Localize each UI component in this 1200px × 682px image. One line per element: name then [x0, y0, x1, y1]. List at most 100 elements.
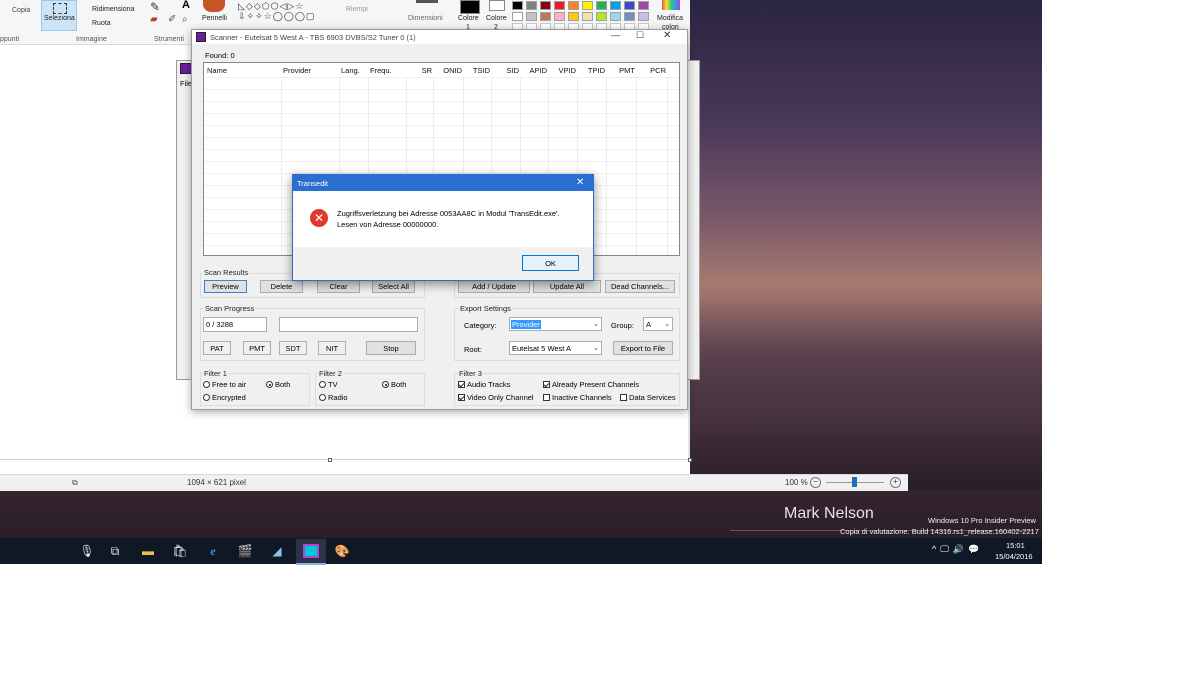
microphone-icon[interactable]: 🎙 [78, 542, 96, 560]
brushes-button[interactable]: Pennelli [202, 15, 227, 22]
stop-button[interactable]: Stop [366, 341, 416, 355]
column-header[interactable]: Provider [283, 66, 311, 75]
add-update-button[interactable]: Add / Update [458, 280, 530, 293]
clear-button[interactable]: Clear [317, 280, 360, 293]
canvas-resize-handle-corner[interactable] [688, 458, 692, 462]
file-explorer-icon[interactable]: ▬ [139, 542, 157, 560]
dialog-close-icon[interactable]: ✕ [576, 177, 584, 188]
column-header[interactable]: APID [521, 66, 547, 75]
clock-time[interactable]: 15:01 [1006, 541, 1025, 550]
palette-swatch[interactable] [638, 12, 649, 21]
transedit-taskbar-icon[interactable] [296, 539, 326, 565]
paint-taskbar-icon[interactable]: 🎨 [333, 542, 351, 560]
delete-button[interactable]: Delete [260, 280, 303, 293]
column-header[interactable]: VPID [550, 66, 576, 75]
color-picker-icon[interactable]: ✐ [168, 14, 176, 25]
pencil-icon[interactable]: ✎ [150, 0, 160, 14]
inactive-channels-checkbox[interactable]: Inactive Channels [543, 393, 612, 402]
palette-swatch[interactable] [596, 12, 607, 21]
palette-swatch[interactable] [554, 1, 565, 10]
column-header[interactable]: Name [207, 66, 227, 75]
radio-radio[interactable]: Radio [319, 393, 348, 402]
zoom-slider-thumb[interactable] [852, 477, 857, 487]
palette-swatch[interactable] [568, 1, 579, 10]
palette-swatch[interactable] [582, 12, 593, 21]
text-icon[interactable]: A [182, 0, 190, 11]
clock-date[interactable]: 15/04/2016 [995, 552, 1033, 561]
palette-swatch[interactable] [638, 1, 649, 10]
palette-swatch[interactable] [596, 1, 607, 10]
zoom-in-icon[interactable]: + [890, 477, 901, 488]
column-header[interactable]: TSID [464, 66, 490, 75]
fill-button[interactable]: Riempi [346, 6, 368, 13]
palette-swatch[interactable] [554, 12, 565, 21]
select-button[interactable]: Seleziona [41, 0, 77, 31]
magnifier-icon[interactable]: ⌕ [182, 14, 188, 25]
rotate-button[interactable]: Ruota [92, 20, 111, 27]
root-select[interactable]: Eutelsat 5 West A ⌄ [509, 341, 602, 355]
column-header[interactable]: SR [407, 66, 432, 75]
minimize-icon[interactable]: — [611, 30, 620, 40]
color1-swatch[interactable] [460, 0, 480, 14]
encrypted-radio[interactable]: Encrypted [203, 393, 246, 402]
canvas-resize-handle-bottom[interactable] [328, 458, 332, 462]
task-view-icon[interactable]: ⧉ [106, 542, 124, 560]
palette-swatch[interactable] [568, 12, 579, 21]
shapes-gallery[interactable]: ◺◇◇⬠⬡◁▷☆ ⇩✧✧☆◯◯◯▢ [238, 1, 338, 31]
palette-swatch[interactable] [624, 1, 635, 10]
tv-radio[interactable]: TV [319, 380, 338, 389]
update-all-button[interactable]: Update All [533, 280, 601, 293]
column-header[interactable]: Lang. [341, 66, 360, 75]
brushes-icon[interactable] [203, 0, 225, 12]
column-header[interactable]: PCR [638, 66, 666, 75]
ok-button[interactable]: OK [522, 255, 579, 271]
close-icon[interactable]: ✕ [663, 30, 671, 41]
notebook-icon[interactable]: ◢ [268, 542, 286, 560]
size-button[interactable]: Dimensioni [408, 15, 443, 22]
column-header[interactable]: TPID [578, 66, 605, 75]
select-all-button[interactable]: Select All [372, 280, 415, 293]
size-icon[interactable] [416, 0, 438, 3]
palette-swatch[interactable] [512, 1, 523, 10]
column-header[interactable]: SID [492, 66, 519, 75]
color-palette[interactable] [512, 0, 652, 32]
resize-button[interactable]: Ridimensiona [92, 6, 134, 13]
column-header[interactable]: Frequ. [370, 66, 392, 75]
audio-tracks-checkbox[interactable]: Audio Tracks [458, 380, 510, 389]
column-header[interactable]: ONID [435, 66, 462, 75]
free-to-air-radio[interactable]: Free to air [203, 380, 246, 389]
zoom-out-icon[interactable]: − [810, 477, 821, 488]
copy-button[interactable]: Copia [12, 7, 30, 14]
column-header[interactable]: PMT [608, 66, 635, 75]
palette-swatch[interactable] [610, 12, 621, 21]
video-only-checkbox[interactable]: Video Only Channel [458, 393, 534, 402]
preview-button[interactable]: Preview [204, 280, 247, 293]
data-services-checkbox[interactable]: Data Services [620, 393, 676, 402]
palette-swatch[interactable] [526, 1, 537, 10]
dead-channels-button[interactable]: Dead Channels... [605, 280, 675, 293]
palette-swatch[interactable] [512, 12, 523, 21]
palette-swatch[interactable] [624, 12, 635, 21]
dialog-titlebar[interactable]: Transedit ✕ [293, 175, 593, 191]
export-to-file-button[interactable]: Export to File [613, 341, 673, 355]
edge-icon[interactable]: e [204, 542, 222, 560]
palette-swatch[interactable] [540, 12, 551, 21]
filter1-both-radio[interactable]: Both [266, 380, 290, 389]
eraser-icon[interactable]: ▰ [150, 14, 158, 25]
palette-swatch[interactable] [582, 1, 593, 10]
color2-swatch[interactable] [489, 0, 505, 11]
palette-swatch[interactable] [540, 1, 551, 10]
group-select[interactable]: A ⌄ [643, 317, 673, 331]
already-present-checkbox[interactable]: Already Present Channels [543, 380, 639, 389]
nit-indicator: NIT [318, 341, 346, 355]
category-select[interactable]: Provider ⌄ [509, 317, 602, 331]
edit-colors-icon[interactable] [662, 0, 680, 10]
palette-swatch[interactable] [526, 12, 537, 21]
maximize-icon[interactable]: ☐ [636, 30, 644, 41]
movies-icon[interactable]: 🎬 [236, 542, 254, 560]
store-icon[interactable]: 🛍 [171, 542, 189, 560]
edit-colors-button[interactable]: Modifica [657, 15, 683, 22]
tray-icons[interactable]: ^🖵🔊💬 [932, 544, 983, 555]
filter2-both-radio[interactable]: Both [382, 380, 406, 389]
palette-swatch[interactable] [610, 1, 621, 10]
